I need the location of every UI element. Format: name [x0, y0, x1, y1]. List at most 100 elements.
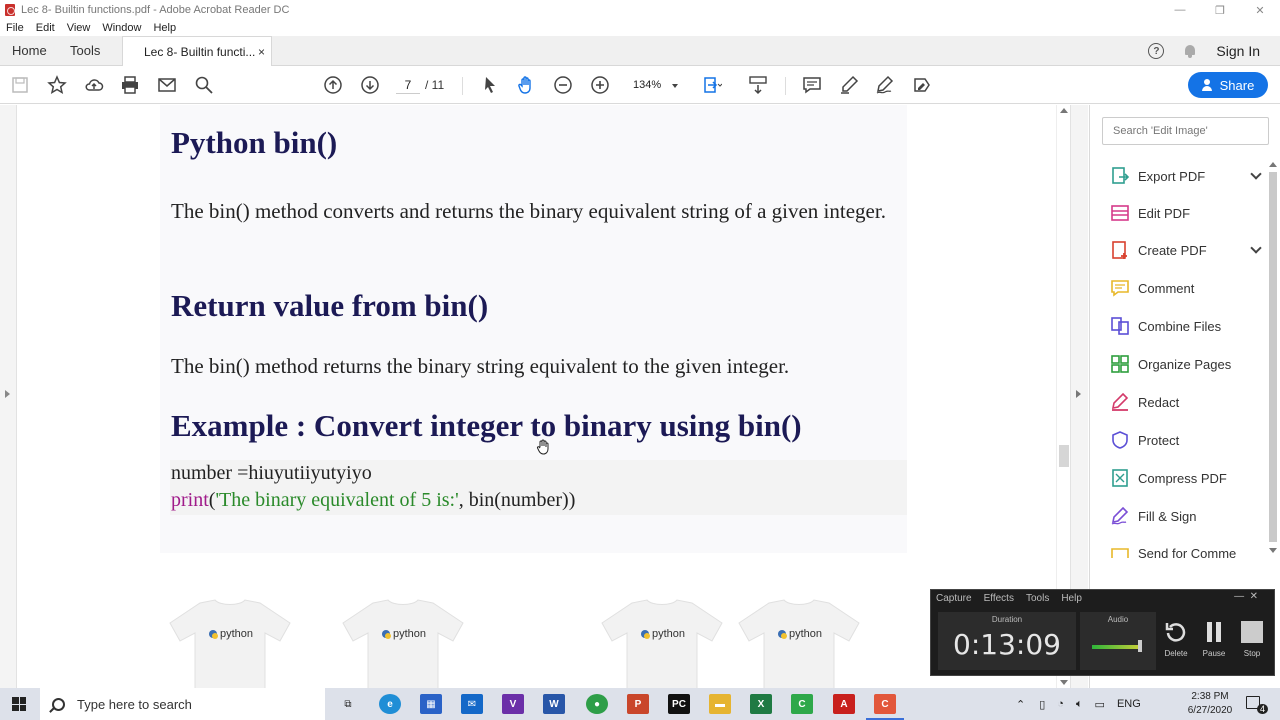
camtasia-icon[interactable]: C — [791, 694, 813, 714]
file-explorer-icon[interactable]: ▬ — [709, 694, 731, 714]
upload-cloud-icon[interactable] — [84, 75, 104, 95]
search-icon — [52, 697, 65, 711]
code-block: number =hiuyutiiyutyiyo print('The binar… — [170, 460, 907, 515]
save-icon[interactable] — [10, 75, 30, 95]
notification-bell-icon[interactable] — [1183, 44, 1197, 58]
recorder-taskbar-icon[interactable]: C — [866, 694, 904, 720]
sign-in-link[interactable]: Sign In — [1216, 43, 1260, 59]
mail-icon[interactable]: ✉ — [461, 694, 483, 714]
stop-recording-button[interactable]: Stop — [1234, 620, 1270, 658]
recorder-window-controls[interactable]: — ✕ — [1234, 591, 1258, 602]
windows-taskbar: Type here to search ⧉ e ▦ ✉ V W ● P PC ▬… — [0, 688, 1280, 720]
store-icon[interactable]: ▦ — [420, 694, 442, 714]
audio-volume-slider[interactable] — [1138, 640, 1142, 652]
pycharm-icon[interactable]: PC — [668, 694, 690, 714]
close-tab-icon[interactable]: × — [258, 37, 265, 67]
taskbar-clock[interactable]: 2:38 PM 6/27/2020 — [1180, 690, 1240, 718]
scroll-down-arrow-icon[interactable] — [1269, 548, 1277, 553]
visual-studio-icon[interactable]: V — [502, 694, 524, 714]
word-icon[interactable]: W — [543, 694, 565, 714]
tab-tools[interactable]: Tools — [70, 36, 100, 66]
taskbar-search-box[interactable]: Type here to search — [40, 688, 325, 720]
tool-send-for-comments[interactable]: Send for Comme — [1110, 542, 1260, 558]
excel-icon[interactable]: X — [750, 694, 772, 714]
previous-page-icon[interactable] — [323, 75, 343, 95]
volume-icon[interactable]: 🔈︎ — [1076, 698, 1083, 711]
recorder-menu-help[interactable]: Help — [1061, 593, 1082, 604]
chrome-icon[interactable]: ● — [586, 694, 608, 714]
tool-create-pdf[interactable]: Create PDF — [1110, 238, 1262, 262]
tool-protect[interactable]: Protect — [1110, 428, 1260, 452]
minimize-button[interactable]: — — [1160, 0, 1200, 20]
tool-export-pdf[interactable]: Export PDF — [1110, 164, 1262, 188]
tool-fill-sign[interactable]: Fill & Sign — [1110, 504, 1260, 528]
show-hidden-icons-chevron-icon[interactable]: ⌃ — [1016, 698, 1025, 711]
menu-help[interactable]: Help — [153, 22, 176, 34]
acrobat-taskbar-icon[interactable]: A — [833, 694, 855, 714]
tool-edit-pdf[interactable]: Edit PDF — [1110, 201, 1260, 225]
help-icon[interactable]: ? — [1148, 43, 1165, 59]
menu-file[interactable]: File — [6, 22, 24, 34]
find-search-icon[interactable] — [194, 75, 214, 95]
keyboard-icon[interactable]: ▭ — [1095, 698, 1105, 711]
toolbar-divider — [785, 77, 786, 95]
hand-tool-icon[interactable] — [516, 75, 536, 95]
page-number-input[interactable]: 7 — [396, 76, 420, 94]
tools-search-input[interactable]: Search 'Edit Image' — [1102, 117, 1269, 145]
zoom-out-icon[interactable] — [553, 75, 573, 95]
tool-compress-pdf[interactable]: Compress PDF — [1110, 466, 1260, 490]
tool-combine-files[interactable]: Combine Files — [1110, 314, 1260, 338]
windows-start-icon[interactable] — [12, 697, 26, 711]
wifi-icon[interactable]: ◔ — [1057, 698, 1064, 710]
recorder-menu-effects[interactable]: Effects — [984, 593, 1014, 604]
menu-window[interactable]: Window — [102, 22, 141, 34]
chevron-down-icon[interactable] — [1250, 242, 1262, 254]
close-window-button[interactable]: ✕ — [1240, 0, 1280, 20]
zoom-in-icon[interactable] — [590, 75, 610, 95]
comment-icon[interactable] — [802, 75, 822, 95]
print-icon[interactable] — [120, 75, 140, 95]
document-viewport[interactable]: Python bin() The bin() method converts a… — [0, 105, 1070, 699]
scrollbar-thumb[interactable] — [1059, 445, 1069, 467]
maximize-button[interactable]: ❐ — [1200, 0, 1240, 20]
scroll-down-arrow-icon[interactable] — [1060, 680, 1068, 685]
scroll-up-arrow-icon[interactable] — [1269, 162, 1277, 167]
email-icon[interactable] — [157, 75, 177, 95]
bookmark-star-icon[interactable] — [47, 75, 67, 95]
scrollbar-thumb[interactable] — [1269, 172, 1277, 542]
scroll-up-arrow-icon[interactable] — [1060, 108, 1068, 113]
menu-edit[interactable]: Edit — [36, 22, 55, 34]
select-cursor-icon[interactable] — [480, 75, 500, 95]
tshirt-python-text: python — [393, 628, 427, 640]
powerpoint-icon[interactable]: P — [627, 694, 649, 714]
page-total: / 11 — [425, 78, 445, 92]
battery-icon[interactable]: ▯ — [1039, 698, 1045, 711]
tab-home[interactable]: Home — [12, 36, 47, 66]
tools-pane-scrollbar[interactable] — [1266, 160, 1280, 555]
tool-comment[interactable]: Comment — [1110, 276, 1260, 300]
zoom-level-dropdown[interactable]: 134% — [624, 76, 682, 94]
menu-view[interactable]: View — [67, 22, 91, 34]
chevron-down-icon[interactable] — [1250, 168, 1262, 180]
highlight-pen-icon[interactable] — [839, 75, 859, 95]
tool-organize-pages[interactable]: Organize Pages — [1110, 352, 1260, 376]
next-page-icon[interactable] — [360, 75, 380, 95]
fit-page-icon[interactable] — [702, 75, 722, 95]
send-sign-icon[interactable] — [912, 75, 932, 95]
tab-document[interactable]: Lec 8- Builtin functi... × — [122, 36, 272, 67]
signature-pen-icon[interactable] — [875, 75, 895, 95]
pdf-page: Python bin() The bin() method converts a… — [160, 105, 907, 553]
tool-redact[interactable]: Redact — [1110, 390, 1260, 414]
recorder-menu: Capture Effects Tools Help — ✕ — [931, 590, 1274, 606]
delete-recording-button[interactable]: Delete — [1158, 620, 1194, 658]
left-panel-toggle[interactable] — [0, 105, 17, 688]
scroll-mode-icon[interactable] — [748, 75, 768, 95]
task-view-icon[interactable]: ⧉ — [337, 694, 359, 714]
code-line-1: number =hiuyutiiyutyiyo — [171, 462, 372, 484]
pause-recording-button[interactable]: Pause — [1196, 620, 1232, 658]
edge-browser-icon[interactable]: e — [379, 694, 401, 714]
recorder-menu-tools[interactable]: Tools — [1026, 593, 1049, 604]
recorder-menu-capture[interactable]: Capture — [936, 593, 972, 604]
language-indicator[interactable]: ENG — [1117, 698, 1141, 710]
share-button[interactable]: Share — [1188, 72, 1268, 98]
